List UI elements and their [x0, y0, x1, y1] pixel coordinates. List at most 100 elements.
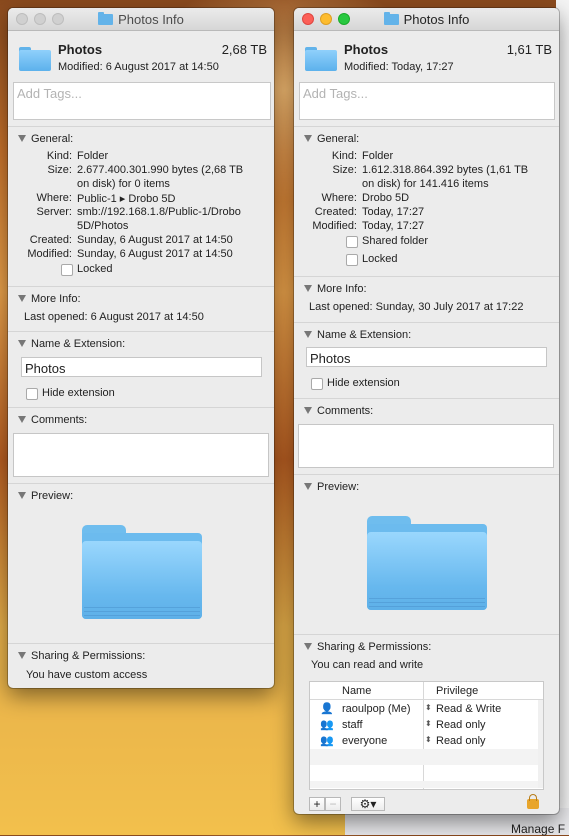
name-extension-section: Name & Extension: Photos Hide extension: [294, 322, 559, 399]
section-heading: Comments:: [317, 405, 374, 417]
comments-disclosure[interactable]: Comments:: [304, 405, 373, 417]
section-heading: Sharing & Permissions:: [31, 650, 146, 662]
folder-icon: [383, 12, 399, 25]
general-section: General: Kind: Folder Size: 2.677.400.30…: [8, 126, 274, 287]
privilege-select[interactable]: Read only: [436, 719, 486, 731]
section-heading: General:: [31, 133, 74, 145]
window-title: Photos Info: [118, 12, 184, 27]
size-label: Size:: [47, 164, 72, 176]
hide-extension-label: Hide extension: [327, 377, 400, 389]
section-heading: General:: [317, 133, 360, 145]
modified-date: Modified: 6 August 2017 at 14:50: [58, 61, 219, 73]
right-titlebar[interactable]: Photos Info: [294, 8, 559, 31]
privilege-select[interactable]: Read & Write: [436, 703, 501, 715]
disclosure-triangle-icon: [304, 483, 312, 490]
remove-user-button[interactable]: −: [325, 797, 341, 811]
tags-placeholder: Add Tags...: [303, 86, 368, 101]
shared-folder-checkbox[interactable]: [346, 236, 358, 248]
table-scrollbar[interactable]: [538, 700, 543, 788]
action-menu-button[interactable]: ⚙▾: [351, 797, 385, 811]
created-value: Today, 17:27: [362, 206, 425, 218]
locked-checkbox[interactable]: [346, 254, 358, 266]
section-heading: More Info:: [317, 283, 367, 295]
right-info-window: Photos Info Photos 1,61 TB Modified: Tod…: [294, 8, 559, 814]
table-row[interactable]: 👥 everyone ⬍ Read only: [310, 733, 543, 749]
general-section: General: Kind: Folder Size: 1.612.318.86…: [294, 126, 559, 277]
lock-icon[interactable]: [527, 794, 539, 809]
general-disclosure[interactable]: General:: [304, 133, 359, 145]
disclosure-triangle-icon: [18, 492, 26, 499]
name-extension-section: Name & Extension: Photos Hide extension: [8, 331, 274, 408]
left-titlebar[interactable]: Photos Info: [8, 8, 274, 31]
permissions-table[interactable]: Name Privilege 👤 raoulpop (Me) ⬍ Read & …: [309, 681, 544, 790]
comments-section: Comments:: [294, 398, 559, 475]
modified-date: Modified: Today, 17:27: [344, 61, 454, 73]
chevron-updown-icon: ⬍: [425, 719, 432, 728]
comments-field[interactable]: [13, 433, 269, 477]
file-name: Photos: [58, 42, 103, 57]
info-header: Photos 1,61 TB Modified: Today, 17:27: [294, 31, 559, 81]
table-row[interactable]: 👤 raoulpop (Me) ⬍ Read & Write: [310, 701, 543, 717]
name-field[interactable]: Photos: [306, 347, 547, 367]
locked-label: Locked: [77, 263, 113, 275]
left-info-window: Photos Info Photos 2,68 TB Modified: 6 A…: [8, 8, 274, 688]
name-extension-disclosure[interactable]: Name & Extension:: [18, 338, 125, 350]
disclosure-triangle-icon: [18, 340, 26, 347]
preview-section: Preview:: [8, 483, 274, 644]
disclosure-triangle-icon: [18, 652, 26, 659]
size-value-cont: on disk) for 141.416 items: [362, 178, 489, 190]
user-name: raoulpop (Me): [342, 703, 411, 715]
name-field[interactable]: Photos: [21, 357, 262, 377]
tags-field[interactable]: Add Tags...: [299, 82, 555, 120]
server-value-cont: 5D/Photos: [77, 220, 129, 232]
disclosure-triangle-icon: [18, 295, 26, 302]
user-name: everyone: [342, 735, 388, 747]
column-privilege-header[interactable]: Privilege: [436, 685, 478, 697]
privilege-select[interactable]: Read only: [436, 735, 486, 747]
locked-label: Locked: [362, 253, 398, 265]
modified-label: Modified:: [312, 220, 357, 232]
user-name: staff: [342, 719, 363, 731]
locked-checkbox[interactable]: [61, 264, 73, 276]
preview-disclosure[interactable]: Preview:: [304, 481, 359, 493]
chevron-updown-icon: ⬍: [425, 703, 432, 712]
created-label: Created:: [29, 234, 72, 246]
general-disclosure[interactable]: General:: [18, 133, 73, 145]
kind-label: Kind:: [331, 150, 357, 162]
file-size: 1,61 TB: [506, 42, 552, 57]
preview-section: Preview:: [294, 474, 559, 635]
sharing-disclosure[interactable]: Sharing & Permissions:: [304, 641, 431, 653]
section-heading: Comments:: [31, 414, 88, 426]
add-user-button[interactable]: +: [309, 797, 325, 811]
folder-icon: [98, 12, 114, 25]
sharing-status: You have custom access: [26, 669, 148, 681]
disclosure-triangle-icon: [304, 407, 312, 414]
everyone-icon: 👥: [320, 735, 334, 747]
where-value: Public-1 ▸ Drobo 5D: [77, 193, 176, 205]
comments-section: Comments:: [8, 407, 274, 484]
preview-disclosure[interactable]: Preview:: [18, 490, 73, 502]
user-icon: 👤: [320, 703, 334, 715]
table-row[interactable]: 👥 staff ⬍ Read only: [310, 717, 543, 733]
where-label: Where:: [36, 192, 72, 204]
comments-disclosure[interactable]: Comments:: [18, 414, 87, 426]
disclosure-triangle-icon: [18, 135, 26, 142]
hide-extension-checkbox[interactable]: [26, 388, 38, 400]
column-name-header[interactable]: Name: [342, 685, 371, 697]
hide-extension-checkbox[interactable]: [311, 378, 323, 390]
size-value: 1.612.318.864.392 bytes (1,61 TB: [362, 164, 529, 176]
name-field-value: Photos: [25, 361, 66, 376]
more-info-disclosure[interactable]: More Info:: [304, 283, 367, 295]
more-info-disclosure[interactable]: More Info:: [18, 293, 81, 305]
size-value: 2.677.400.301.990 bytes (2,68 TB: [77, 164, 244, 176]
kind-value: Folder: [362, 150, 394, 162]
sharing-disclosure[interactable]: Sharing & Permissions:: [18, 650, 145, 662]
name-extension-disclosure[interactable]: Name & Extension:: [304, 329, 411, 341]
modified-label: Modified:: [27, 248, 72, 260]
comments-field[interactable]: [298, 424, 554, 468]
modified-value: Today, 17:27: [362, 220, 425, 232]
folder-icon: [305, 47, 337, 71]
created-value: Sunday, 6 August 2017 at 14:50: [77, 234, 233, 246]
section-heading: Name & Extension:: [31, 338, 126, 350]
tags-field[interactable]: Add Tags...: [13, 82, 271, 120]
